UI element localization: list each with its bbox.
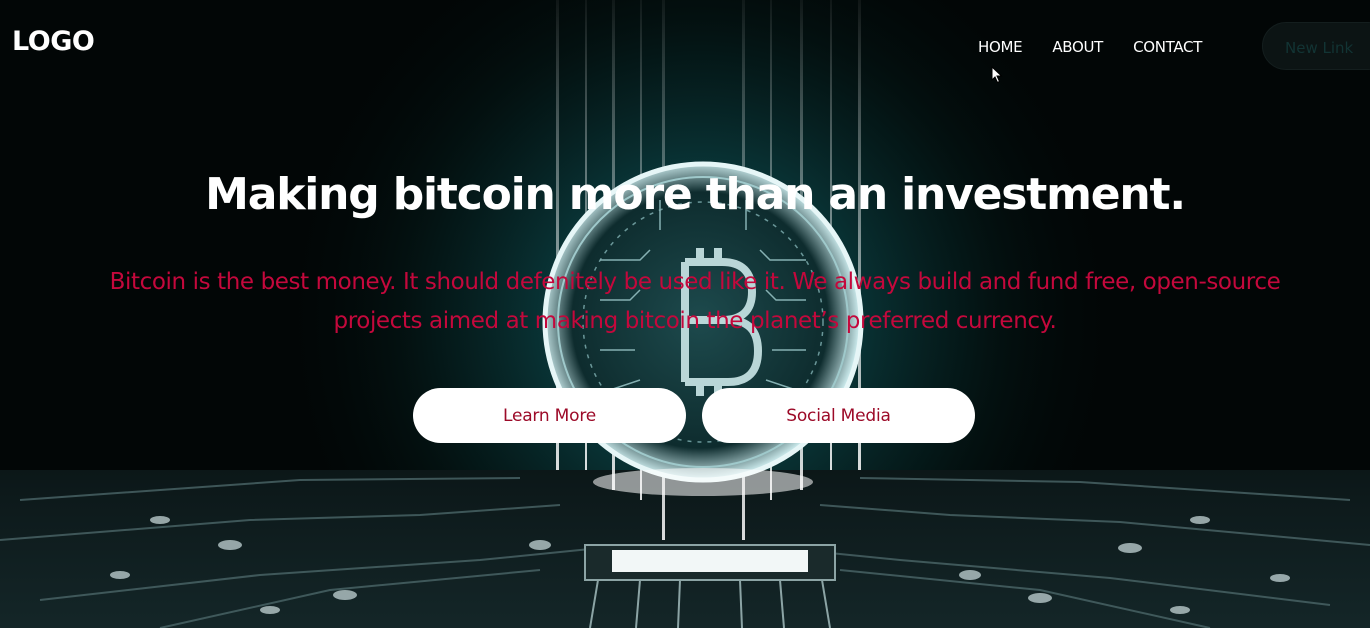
nav-contact[interactable]: CONTACT	[1133, 37, 1202, 57]
hero-subtext-line-1: Bitcoin is the best money. It should def…	[109, 269, 1281, 295]
hero-subtext-line-2: projects aimed at making bitcoin the pla…	[333, 308, 1057, 334]
social-media-button[interactable]: Social Media	[702, 388, 975, 443]
new-link-button[interactable]: New Link	[1262, 22, 1370, 70]
main-nav: HOME ABOUT CONTACT	[978, 37, 1202, 57]
landing-page: LOGO HOME ABOUT CONTACT New Link Making …	[0, 0, 1370, 628]
hero-subtext: Bitcoin is the best money. It should def…	[12, 263, 1370, 341]
mouse-cursor-icon	[991, 66, 1003, 84]
hero-headline: Making bitcoin more than an investment.	[205, 169, 1186, 220]
nav-about[interactable]: ABOUT	[1052, 37, 1103, 57]
logo[interactable]: LOGO	[12, 26, 95, 57]
learn-more-button[interactable]: Learn More	[413, 388, 686, 443]
nav-home[interactable]: HOME	[978, 37, 1023, 57]
